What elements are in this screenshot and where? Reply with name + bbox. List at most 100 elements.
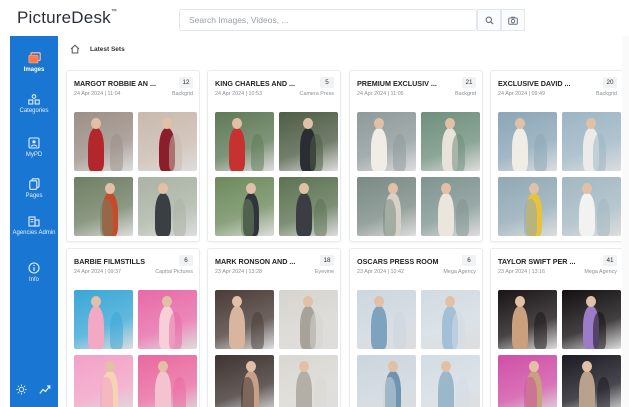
image-count-badge: 5 bbox=[320, 77, 334, 88]
thumbnail-image[interactable] bbox=[562, 177, 621, 236]
set-card[interactable]: BARBIE FILMSTILLS 6 24 Apr 2024 | 09:37 Cap… bbox=[66, 248, 200, 407]
app-logo[interactable]: PictureDesk™ bbox=[17, 8, 117, 28]
image-count-badge: 6 bbox=[179, 255, 193, 266]
thumbnail-image[interactable] bbox=[215, 290, 274, 349]
analytics-icon[interactable] bbox=[39, 384, 51, 395]
breadcrumb-current: Latest Sets bbox=[90, 45, 125, 53]
agencies-icon bbox=[28, 216, 40, 227]
set-title[interactable]: OSCARS PRESS ROOM bbox=[357, 257, 457, 266]
mypd-icon bbox=[28, 137, 40, 149]
thumbnail-image[interactable] bbox=[215, 112, 274, 171]
thumbnail-image[interactable] bbox=[279, 290, 338, 349]
set-agency: Mega Agency bbox=[443, 269, 476, 275]
thumbnail-image[interactable] bbox=[421, 290, 480, 349]
thumbnail-image[interactable] bbox=[562, 290, 621, 349]
search-icon bbox=[485, 16, 494, 25]
set-card[interactable]: TAYLOR SWIFT PER ... 41 23 Apr 2024 | 13:1… bbox=[490, 248, 624, 407]
thumbnail-image[interactable] bbox=[498, 290, 557, 349]
sidebar-item-info[interactable]: Info bbox=[10, 262, 58, 284]
set-card[interactable]: MARGOT ROBBIE AN ... 12 24 Apr 2024 | 11:0… bbox=[66, 70, 200, 242]
set-agency: Backgrid bbox=[596, 91, 617, 97]
thumbnail-image[interactable] bbox=[357, 290, 416, 349]
thumbnail-image[interactable] bbox=[138, 177, 197, 236]
set-agency: Mega Agency bbox=[584, 269, 617, 275]
image-search-button[interactable] bbox=[501, 9, 525, 31]
thumbnail-image[interactable] bbox=[498, 177, 557, 236]
set-title[interactable]: TAYLOR SWIFT PER ... bbox=[498, 257, 598, 266]
thumbnail-image[interactable] bbox=[138, 290, 197, 349]
thumbnail-image[interactable] bbox=[74, 177, 133, 236]
thumbnail-image[interactable] bbox=[357, 177, 416, 236]
search-input[interactable]: Search Images, Videos, ... bbox=[179, 9, 477, 31]
set-card[interactable]: OSCARS PRESS ROOM 6 23 Apr 2024 | 10:42 Meg… bbox=[349, 248, 483, 407]
thumbnail-image[interactable] bbox=[357, 355, 416, 407]
set-date: 24 Apr 2024 | 11:05 bbox=[357, 91, 404, 97]
camera-icon bbox=[508, 16, 518, 25]
thumbnail-image[interactable] bbox=[138, 355, 197, 407]
set-card[interactable]: PREMIUM EXCLUSIV ... 21 24 Apr 2024 | 11:0… bbox=[349, 70, 483, 242]
thumbnail-image[interactable] bbox=[421, 177, 480, 236]
set-title[interactable]: MARGOT ROBBIE AN ... bbox=[74, 79, 174, 88]
set-agency: Camera Press bbox=[299, 91, 334, 97]
thumbnail-image[interactable] bbox=[215, 355, 274, 407]
set-title[interactable]: KING CHARLES AND ... bbox=[215, 79, 315, 88]
app-window: PictureDesk™ Search Images, Videos, ... … bbox=[0, 0, 629, 407]
thumbnail-image[interactable] bbox=[498, 112, 557, 171]
thumbnail-image[interactable] bbox=[498, 355, 557, 407]
set-title[interactable]: EXCLUSIVE DAVID ... bbox=[498, 79, 598, 88]
top-header: PictureDesk™ Search Images, Videos, ... bbox=[0, 0, 629, 36]
sidebar-item-categories[interactable]: Categories bbox=[10, 94, 58, 115]
sidebar-item-agencies-admin[interactable]: Agencies Admin bbox=[10, 215, 58, 237]
image-count-badge: 20 bbox=[603, 77, 617, 88]
sidebar-item-images[interactable]: Images bbox=[10, 52, 58, 74]
thumbnail-image[interactable] bbox=[562, 112, 621, 171]
sidebar: Images Categories MyPD Pages Agencies Ad… bbox=[10, 36, 58, 407]
set-title[interactable]: BARBIE FILMSTILLS bbox=[74, 257, 174, 266]
set-date: 24 Apr 2024 | 09:49 bbox=[498, 91, 545, 97]
thumbnail-image[interactable] bbox=[279, 177, 338, 236]
thumbnail-image[interactable] bbox=[279, 112, 338, 171]
set-date: 24 Apr 2024 | 10:53 bbox=[215, 91, 262, 97]
image-count-badge: 21 bbox=[462, 77, 476, 88]
sidebar-item-label: Info bbox=[28, 277, 39, 283]
thumbnail-image[interactable] bbox=[279, 355, 338, 407]
set-agency: Backgrid bbox=[455, 91, 476, 97]
set-agency: Capital Pictures bbox=[155, 269, 193, 275]
images-icon bbox=[28, 52, 41, 64]
search-button[interactable] bbox=[477, 9, 501, 31]
info-icon bbox=[28, 262, 40, 274]
thumbnail-image[interactable] bbox=[357, 112, 416, 171]
image-count-badge: 12 bbox=[179, 77, 193, 88]
breadcrumb: Latest Sets bbox=[70, 42, 125, 56]
set-date: 23 Apr 2024 | 13:28 bbox=[215, 269, 262, 275]
thumbnail-image[interactable] bbox=[421, 112, 480, 171]
set-title[interactable]: PREMIUM EXCLUSIV ... bbox=[357, 79, 457, 88]
sidebar-item-mypd[interactable]: MyPD bbox=[10, 137, 58, 159]
thumbnail-image[interactable] bbox=[562, 355, 621, 407]
set-date: 24 Apr 2024 | 11:04 bbox=[74, 91, 121, 97]
thumbnail-image[interactable] bbox=[74, 112, 133, 171]
search-placeholder: Search Images, Videos, ... bbox=[189, 15, 289, 25]
sidebar-item-pages[interactable]: Pages bbox=[10, 178, 58, 200]
sidebar-footer bbox=[10, 382, 58, 398]
set-date: 23 Apr 2024 | 10:42 bbox=[357, 269, 404, 275]
sidebar-item-label: MyPD bbox=[25, 152, 43, 158]
thumbnail-image[interactable] bbox=[421, 355, 480, 407]
set-card[interactable]: KING CHARLES AND ... 5 24 Apr 2024 | 10:53… bbox=[207, 70, 341, 242]
set-card[interactable]: MARK RONSON AND ... 18 23 Apr 2024 | 13:28… bbox=[207, 248, 341, 407]
set-date: 23 Apr 2024 | 13:16 bbox=[498, 269, 545, 275]
categories-icon bbox=[28, 94, 40, 105]
pages-icon bbox=[28, 178, 40, 190]
sidebar-item-label: Agencies Admin bbox=[12, 230, 56, 236]
sidebar-item-label: Pages bbox=[25, 193, 43, 199]
thumbnail-image[interactable] bbox=[74, 355, 133, 407]
theme-icon[interactable] bbox=[16, 384, 27, 395]
image-count-badge: 18 bbox=[320, 255, 334, 266]
thumbnail-image[interactable] bbox=[138, 112, 197, 171]
sidebar-item-label: Categories bbox=[19, 108, 49, 114]
thumbnail-image[interactable] bbox=[215, 177, 274, 236]
home-icon[interactable] bbox=[70, 44, 80, 54]
set-title[interactable]: MARK RONSON AND ... bbox=[215, 257, 315, 266]
set-card[interactable]: EXCLUSIVE DAVID ... 20 24 Apr 2024 | 09:49… bbox=[490, 70, 624, 242]
thumbnail-image[interactable] bbox=[74, 290, 133, 349]
